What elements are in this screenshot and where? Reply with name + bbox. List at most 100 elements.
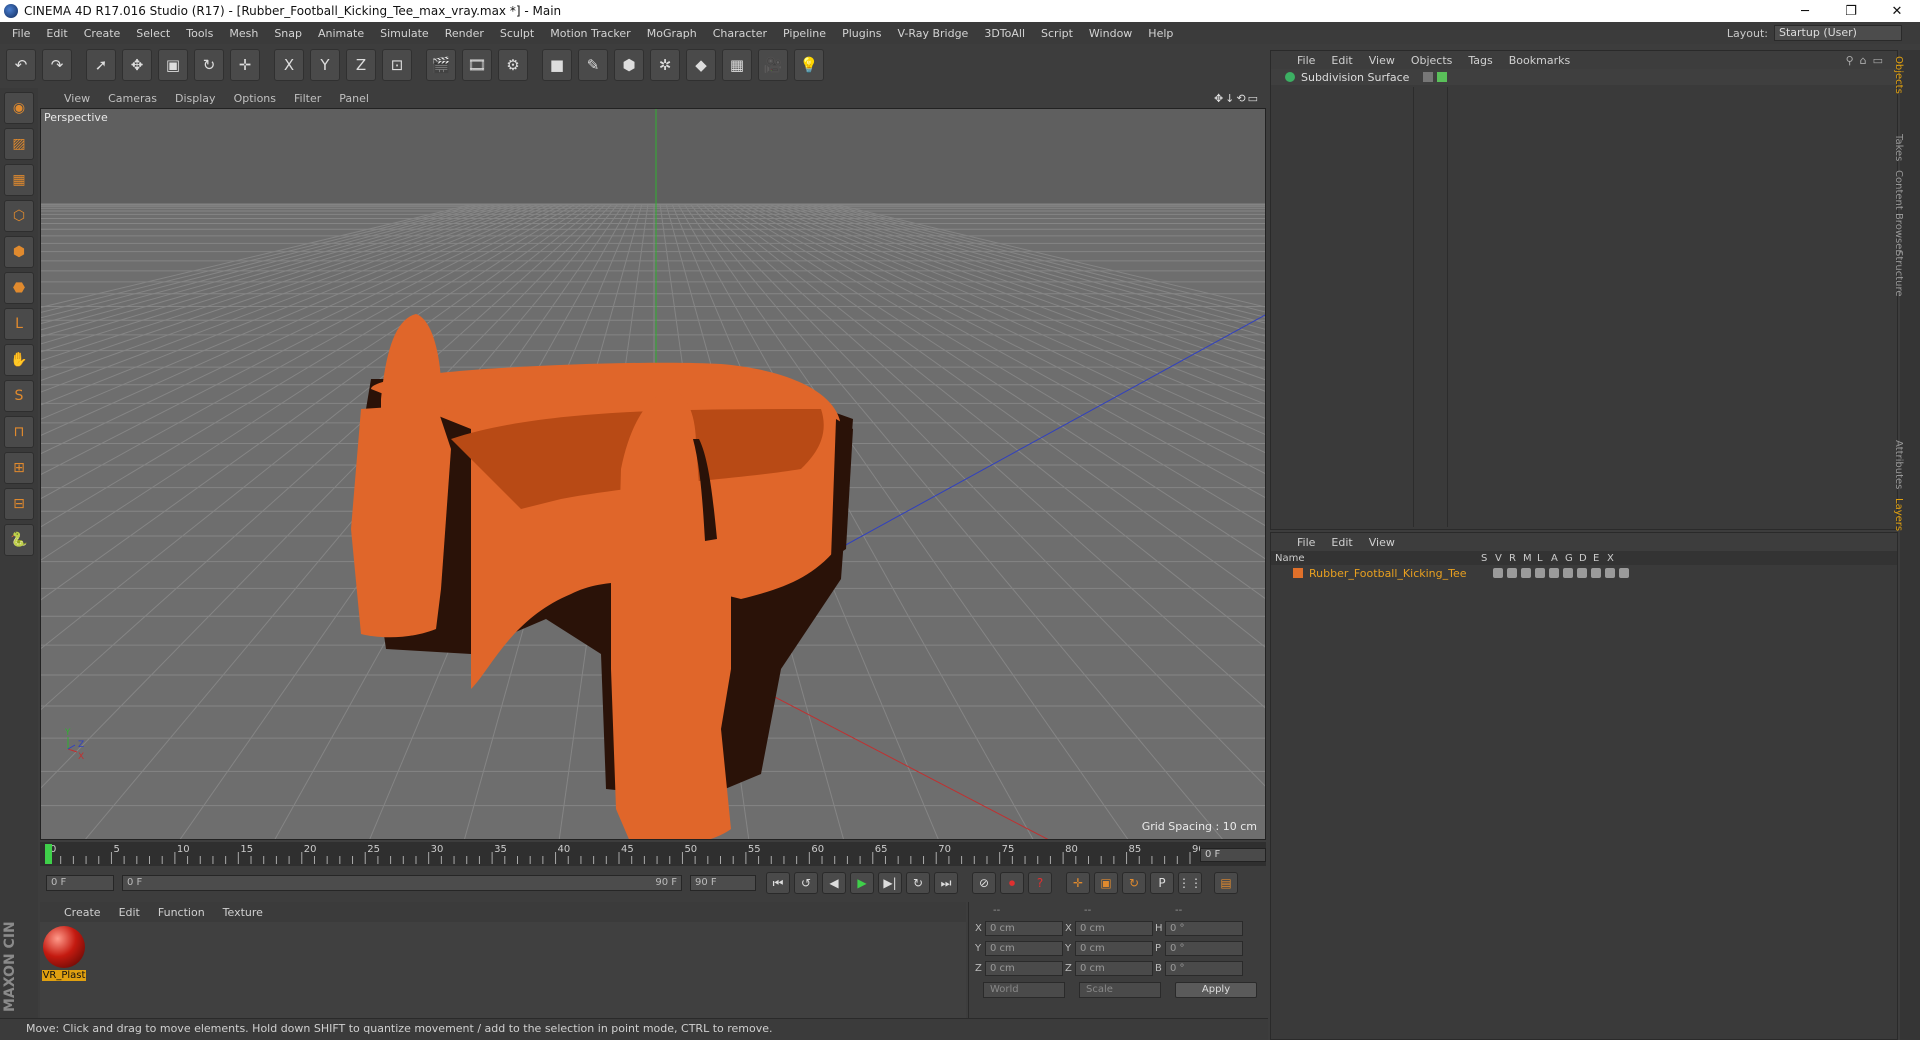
size-y-field[interactable]: 0 cm (1075, 940, 1153, 956)
xref-flag-icon[interactable] (1619, 568, 1629, 578)
python-icon[interactable]: 🐍 (4, 524, 34, 556)
menu-3dtoall[interactable]: 3DToAll (976, 27, 1033, 40)
edit-tag-icon[interactable] (1423, 72, 1433, 82)
objects-menu-view[interactable]: View (1369, 54, 1395, 67)
menu-character[interactable]: Character (705, 27, 775, 40)
layers-menu-file[interactable]: File (1297, 536, 1315, 549)
sculpt-brush-icon[interactable]: ✋ (4, 344, 34, 376)
menu-sculpt[interactable]: Sculpt (492, 27, 542, 40)
start-frame-field[interactable]: 0 F (46, 875, 114, 891)
floor-icon[interactable]: ▦ (722, 49, 752, 81)
size-z-field[interactable]: 0 cm (1075, 960, 1153, 976)
select-arrow-icon[interactable]: ➚ (86, 49, 116, 81)
end-frame-field[interactable]: 90 F (690, 875, 756, 891)
objects-menu-tags[interactable]: Tags (1468, 54, 1492, 67)
snap-icon[interactable]: S (4, 380, 34, 412)
tab-attributes[interactable]: Attributes (1893, 440, 1904, 489)
subdivision-icon[interactable]: ⬢ (614, 49, 644, 81)
timeline-playhead[interactable] (45, 844, 52, 864)
object-row[interactable]: Subdivision Surface (1271, 69, 1897, 85)
previous-frame-icon[interactable]: ◀ (822, 872, 846, 894)
next-key-icon[interactable]: ↻ (906, 872, 930, 894)
play-icon[interactable]: ▶ (850, 872, 874, 894)
objects-menu-edit[interactable]: Edit (1331, 54, 1352, 67)
objects-search-home-icons[interactable]: ⚲⌂▭ (1846, 54, 1889, 67)
menu-mesh[interactable]: Mesh (221, 27, 266, 40)
viewport-menu-cameras[interactable]: Cameras (108, 92, 157, 105)
go-to-start-icon[interactable]: ⏮ (766, 872, 790, 894)
timeline-ruler[interactable]: 051015202530354045505560657075808590 (40, 842, 1266, 866)
render-view-icon[interactable]: 🎞 (462, 49, 492, 81)
rotation-b-field[interactable]: 0 ° (1165, 960, 1243, 976)
menu-select[interactable]: Select (128, 27, 178, 40)
position-y-field[interactable]: 0 cm (985, 940, 1063, 956)
menu-mograph[interactable]: MoGraph (639, 27, 705, 40)
workplane-grid-icon[interactable]: ⊟ (4, 488, 34, 520)
undo-icon[interactable]: ↶ (6, 49, 36, 81)
material-manager-area[interactable]: VR_Plast (40, 922, 966, 1018)
menu-pipeline[interactable]: Pipeline (775, 27, 834, 40)
close-button[interactable]: ✕ (1874, 4, 1920, 19)
viewport-menu-filter[interactable]: Filter (294, 92, 321, 105)
menu-help[interactable]: Help (1140, 27, 1181, 40)
redo-icon[interactable]: ↷ (42, 49, 72, 81)
material-menu-edit[interactable]: Edit (119, 906, 140, 919)
viewport-nav-icons[interactable]: ✥↓⟲▭ (1214, 92, 1260, 105)
light-icon[interactable]: 💡 (794, 49, 824, 81)
record-disabled-icon[interactable]: ⊘ (972, 872, 996, 894)
viewport-menu-panel[interactable]: Panel (339, 92, 369, 105)
minimize-button[interactable]: ─ (1782, 4, 1828, 19)
viewport-menu-display[interactable]: Display (175, 92, 216, 105)
objects-menu-objects[interactable]: Objects (1411, 54, 1453, 67)
tab-objects[interactable]: Objects (1893, 56, 1904, 94)
menu-file[interactable]: File (4, 27, 38, 40)
y-axis-icon[interactable]: Y (310, 49, 340, 81)
axis-icon[interactable]: L (4, 308, 34, 340)
layer-row[interactable]: Rubber_Football_Kicking_Tee (1271, 565, 1897, 581)
edges-mode-icon[interactable]: ⬢ (4, 236, 34, 268)
points-mode-icon[interactable]: ⬡ (4, 200, 34, 232)
objects-menu-file[interactable]: File (1297, 54, 1315, 67)
lock-workplane-icon[interactable]: ⊞ (4, 452, 34, 484)
next-frame-icon[interactable]: ▶| (878, 872, 902, 894)
menu-render[interactable]: Render (437, 27, 492, 40)
material-menu-create[interactable]: Create (64, 906, 101, 919)
perspective-viewport[interactable]: Y X Z Perspective Grid Spacing : 10 cm (40, 108, 1266, 840)
pen-icon[interactable]: ✎ (578, 49, 608, 81)
coordinate-space-dropdown[interactable]: World (983, 982, 1065, 998)
timeline-layout-icon[interactable]: ▤ (1214, 872, 1238, 894)
previous-key-icon[interactable]: ↺ (794, 872, 818, 894)
animation-flag-icon[interactable] (1563, 568, 1573, 578)
viewport-canvas[interactable]: Y X Z (41, 109, 1266, 840)
tab-layers[interactable]: Layers (1893, 498, 1904, 531)
tab-structure[interactable]: Structure (1893, 250, 1904, 297)
rotation-p-field[interactable]: 0 ° (1165, 940, 1243, 956)
move-plus-icon[interactable]: ✛ (230, 49, 260, 81)
frame-range-slider[interactable]: 0 F 90 F (122, 875, 682, 891)
solo-flag-icon[interactable] (1493, 568, 1503, 578)
key-rotation-icon[interactable]: ↻ (1122, 872, 1146, 894)
layout-dropdown[interactable]: Startup (User) (1774, 25, 1902, 41)
viewport-menu-view[interactable]: View (64, 92, 90, 105)
deformer-icon[interactable]: ◆ (686, 49, 716, 81)
render-region-icon[interactable]: 🎬 (426, 49, 456, 81)
autokey-icon[interactable]: ? (1028, 872, 1052, 894)
current-frame-field[interactable]: 0 F (1200, 848, 1266, 862)
menu-snap[interactable]: Snap (266, 27, 310, 40)
record-icon[interactable]: ⏺ (1000, 872, 1024, 894)
object-name[interactable]: Subdivision Surface (1301, 71, 1423, 84)
layers-menu-edit[interactable]: Edit (1331, 536, 1352, 549)
material-menu-texture[interactable]: Texture (223, 906, 263, 919)
coordinate-system-icon[interactable]: ⊡ (382, 49, 412, 81)
key-parameter-icon[interactable]: P (1150, 872, 1174, 894)
rotate-icon[interactable]: ↻ (194, 49, 224, 81)
apply-button[interactable]: Apply (1175, 982, 1257, 998)
polygons-mode-icon[interactable]: ⬣ (4, 272, 34, 304)
menu-script[interactable]: Script (1033, 27, 1081, 40)
menu-vray-bridge[interactable]: V-Ray Bridge (889, 27, 976, 40)
x-axis-icon[interactable]: X (274, 49, 304, 81)
key-scale-icon[interactable]: ▣ (1094, 872, 1118, 894)
position-x-field[interactable]: 0 cm (985, 920, 1063, 936)
object-tags[interactable] (1423, 72, 1447, 82)
camera-icon[interactable]: 🎥 (758, 49, 788, 81)
